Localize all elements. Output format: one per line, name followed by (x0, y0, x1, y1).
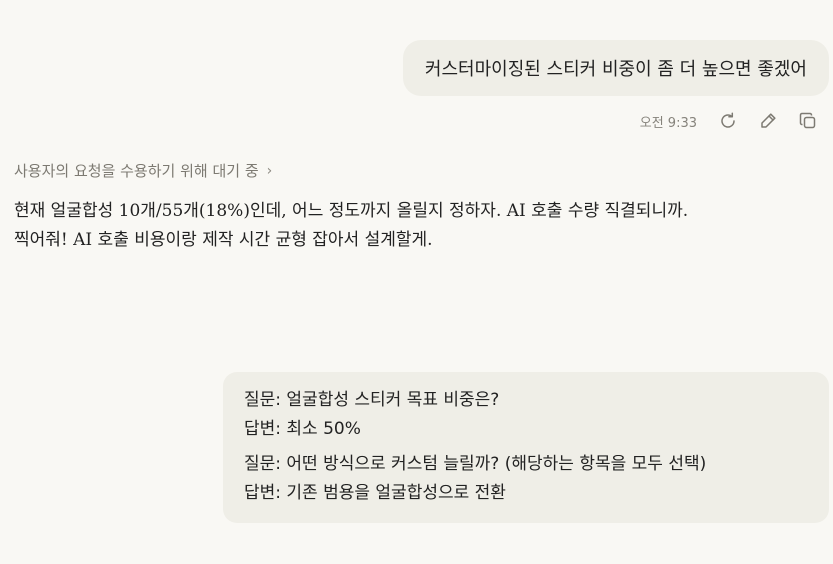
chat-page: 커스터마이징된 스티커 비중이 좀 더 높으면 좋겠어 오전 9:33 사용자의… (0, 0, 833, 564)
message-actions: 오전 9:33 (640, 108, 821, 134)
assistant-paragraph: 찍어줘! AI 호출 비용이랑 제작 시간 균형 잡아서 설계할게. (14, 230, 433, 250)
message-time: 오전 9:33 (639, 115, 697, 131)
user-message-text: 커스터마이징된 스티커 비중이 좀 더 높으면 좋겠어 (424, 59, 807, 80)
chevron-right-icon: › (266, 162, 273, 179)
assistant-paragraph: 현재 얼굴합성 10개/55개(18%)인데, 어느 정도까지 올릴지 정하자.… (14, 201, 689, 221)
question-answer-card: 질문: 얼굴합성 스티커 목표 비중은? 답변: 최소 50% 질문: 어떤 방… (223, 372, 829, 523)
retry-icon[interactable] (715, 108, 741, 134)
thinking-toggle[interactable]: 사용자의 요청을 수용하기 위해 대기 중 › (14, 160, 272, 181)
qa-answer: 답변: 최소 50% (244, 419, 361, 439)
qa-item: 질문: 어떤 방식으로 커스텀 늘릴까? (해당하는 항목을 모두 선택) 답변… (244, 450, 829, 508)
assistant-message: 현재 얼굴합성 10개/55개(18%)인데, 어느 정도까지 올릴지 정하자.… (14, 197, 784, 255)
thinking-label: 사용자의 요청을 수용하기 위해 대기 중 (14, 162, 259, 180)
user-message-bubble: 커스터마이징된 스티커 비중이 좀 더 높으면 좋겠어 (402, 40, 829, 96)
qa-answer: 답변: 기존 범용을 얼굴합성으로 전환 (244, 483, 506, 503)
qa-item: 질문: 얼굴합성 스티커 목표 비중은? 답변: 최소 50% (244, 386, 829, 444)
copy-icon[interactable] (795, 108, 821, 134)
qa-question: 질문: 얼굴합성 스티커 목표 비중은? (244, 390, 500, 410)
edit-icon[interactable] (755, 108, 781, 134)
qa-question: 질문: 어떤 방식으로 커스텀 늘릴까? (해당하는 항목을 모두 선택) (244, 454, 707, 474)
